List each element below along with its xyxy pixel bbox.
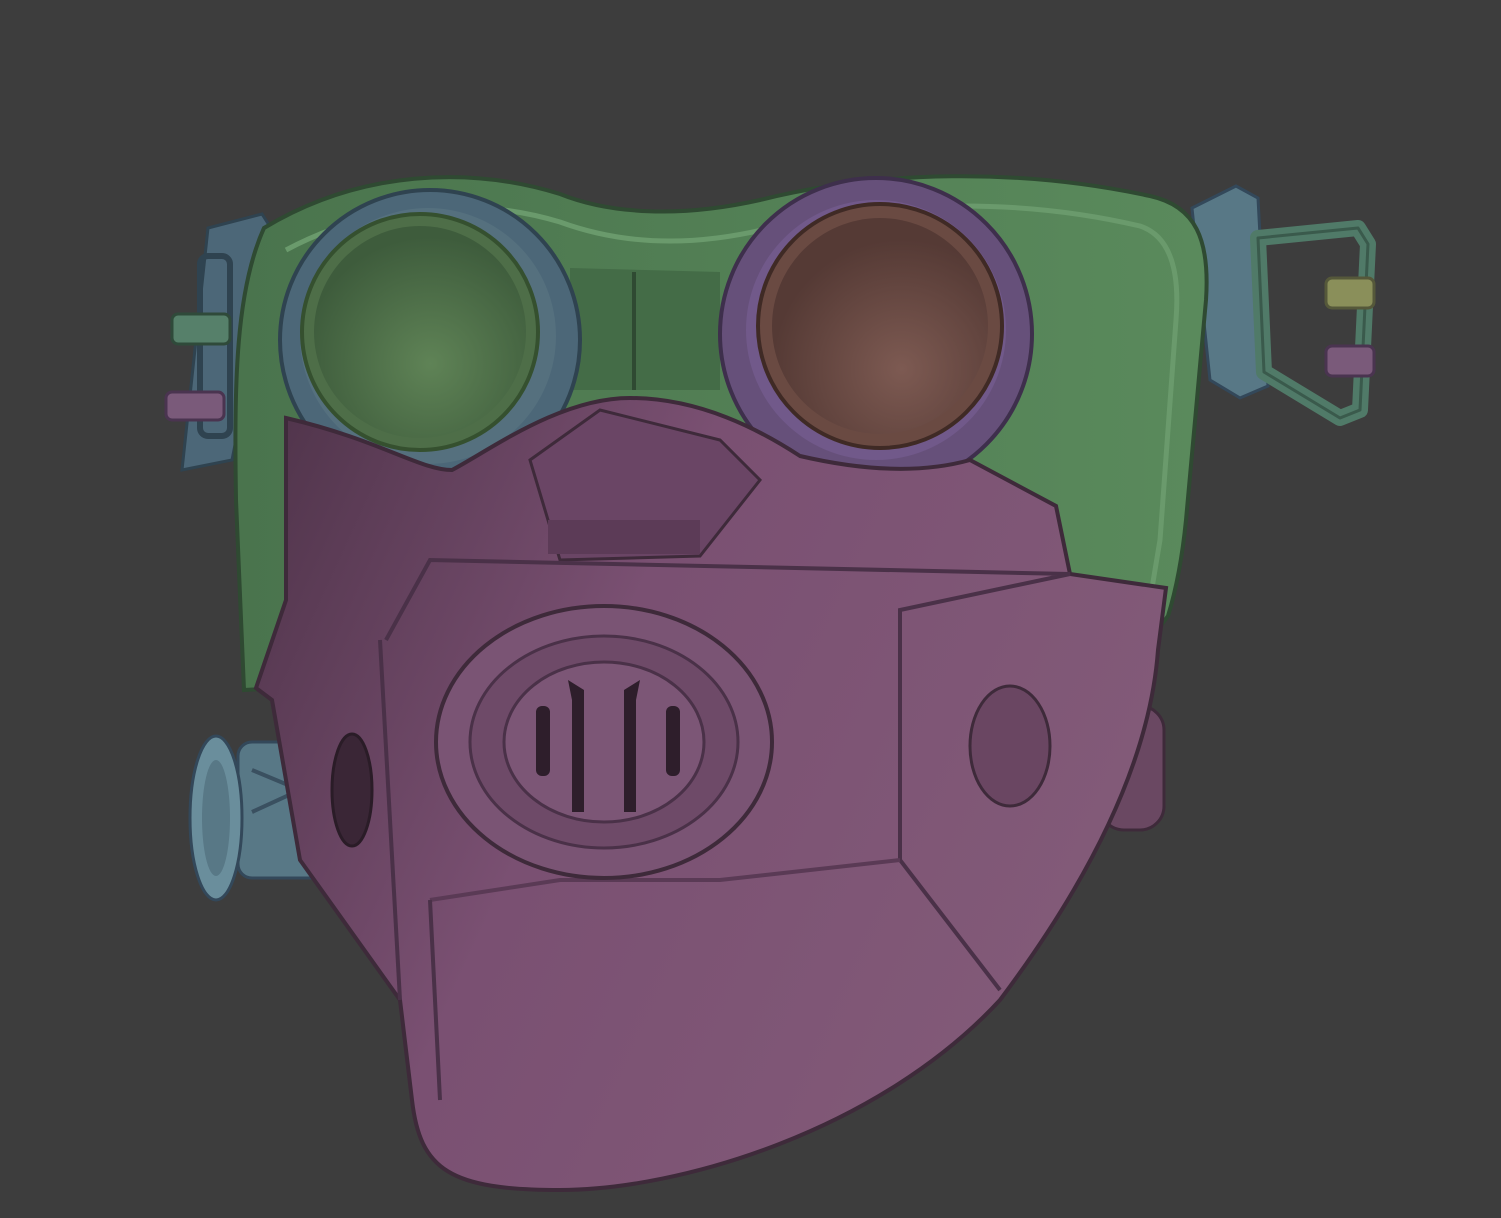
filter-grille bbox=[434, 604, 774, 880]
gas-mask-render bbox=[0, 0, 1501, 1218]
viewport bbox=[0, 0, 1501, 1218]
